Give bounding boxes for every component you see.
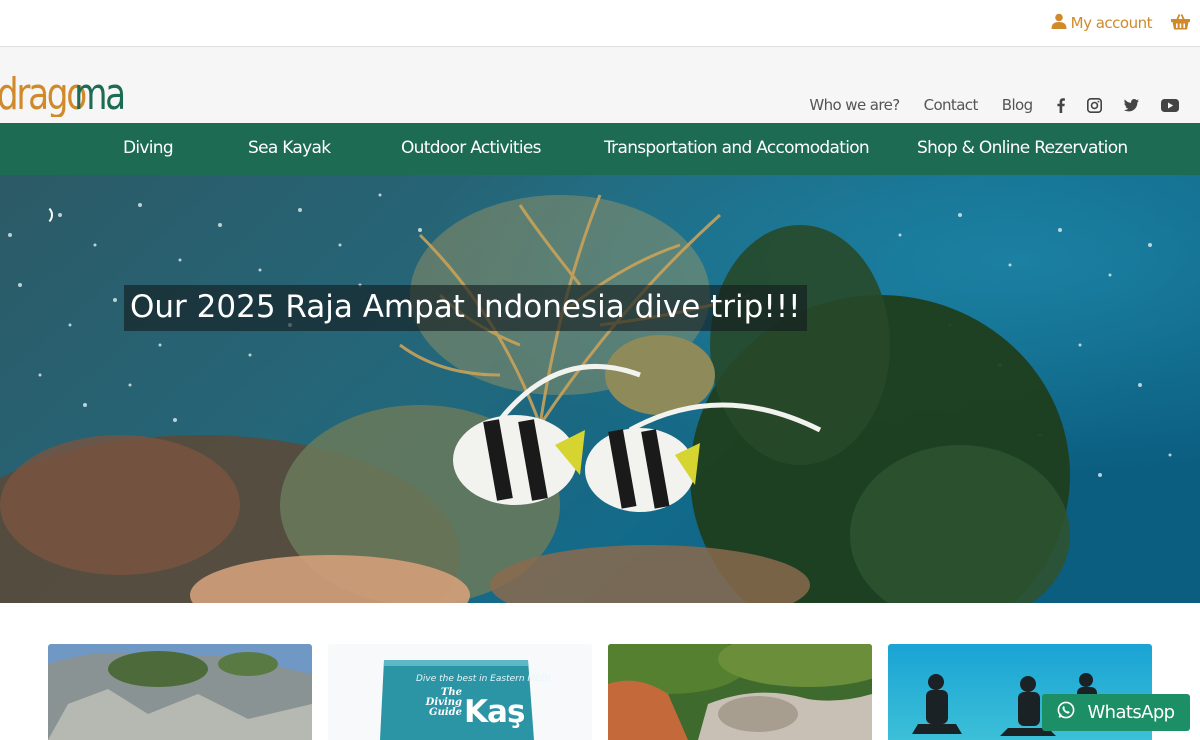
card-coastline[interactable] bbox=[608, 644, 872, 740]
hero-reef-image bbox=[0, 175, 1200, 603]
site-header: drago man Who we are? Contact Blog E bbox=[0, 47, 1200, 123]
youtube-icon[interactable] bbox=[1160, 98, 1179, 112]
my-account-link[interactable]: My account bbox=[1051, 13, 1153, 33]
whatsapp-label: WhatsApp bbox=[1087, 702, 1175, 723]
nav-item-shop-rezervation[interactable]: Shop & Online Rezervation bbox=[917, 138, 1128, 158]
book-title-kas: Kaş bbox=[464, 694, 525, 730]
nav-item-sea-kayak[interactable]: Sea Kayak bbox=[248, 138, 331, 158]
card-image-coastline bbox=[608, 644, 872, 740]
utility-nav: Who we are? Contact Blog E bbox=[809, 96, 1200, 114]
main-nav: Diving Sea Kayak Outdoor Activities Tran… bbox=[0, 123, 1200, 175]
dragoman-logo[interactable]: drago man bbox=[0, 53, 146, 120]
top-bar: My account bbox=[0, 0, 1200, 47]
whatsapp-icon bbox=[1057, 701, 1075, 724]
book-title-small: The Diving Guide bbox=[420, 688, 462, 718]
loading-spinner-icon bbox=[33, 205, 53, 225]
nav-item-diving[interactable]: Diving bbox=[123, 138, 174, 158]
hero-slider[interactable]: Our 2025 Raja Ampat Indonesia dive trip!… bbox=[0, 175, 1200, 603]
card-rocky-coast[interactable] bbox=[48, 644, 312, 740]
svg-text:man: man bbox=[74, 69, 126, 117]
twitter-icon[interactable] bbox=[1123, 98, 1139, 112]
hero-caption[interactable]: Our 2025 Raja Ampat Indonesia dive trip!… bbox=[124, 285, 807, 331]
contact-link[interactable]: Contact bbox=[924, 96, 979, 114]
facebook-icon[interactable] bbox=[1056, 97, 1065, 113]
who-we-are-link[interactable]: Who we are? bbox=[809, 96, 900, 114]
nav-item-transportation[interactable]: Transportation and Accomodation bbox=[604, 138, 870, 158]
svg-text:drago: drago bbox=[0, 69, 85, 117]
basket-icon[interactable] bbox=[1171, 14, 1190, 35]
user-icon bbox=[1051, 13, 1067, 33]
blog-link[interactable]: Blog bbox=[1002, 96, 1033, 114]
nav-item-outdoor-activities[interactable]: Outdoor Activities bbox=[401, 138, 541, 158]
my-account-label: My account bbox=[1070, 14, 1153, 32]
instagram-icon[interactable] bbox=[1086, 97, 1102, 113]
card-image-rocky-coast bbox=[48, 644, 312, 740]
book-title-guide: Guide bbox=[429, 707, 462, 718]
card-diving-guide-book[interactable]: Dive the best in Eastern MED! The Diving… bbox=[328, 644, 592, 740]
featured-cards: Dive the best in Eastern MED! The Diving… bbox=[0, 603, 1200, 740]
whatsapp-button[interactable]: WhatsApp bbox=[1042, 694, 1190, 731]
book-tagline: Dive the best in Eastern MED! bbox=[416, 674, 552, 684]
